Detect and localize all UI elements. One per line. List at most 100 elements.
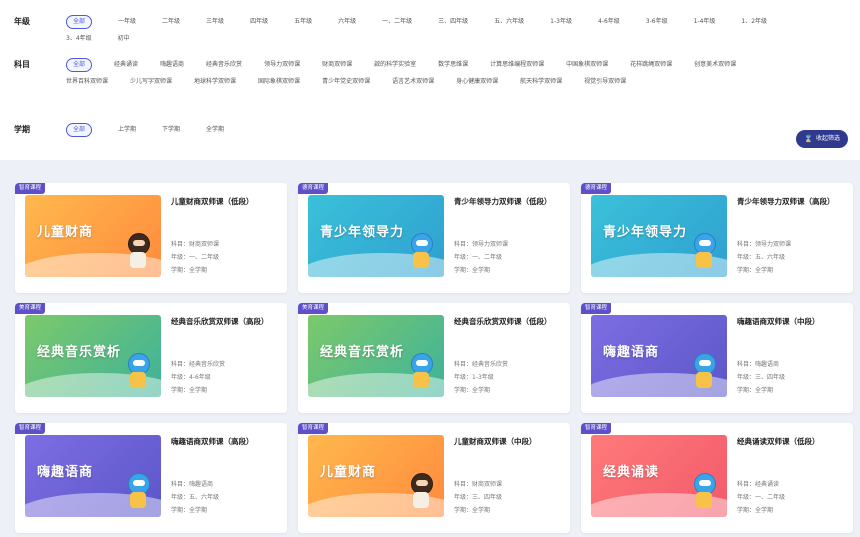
- grade-option[interactable]: 五年级: [294, 15, 312, 29]
- course-meta: 科目：嗨趣语商 年级：五、六年级 学期：全学期: [171, 478, 281, 517]
- course-thumbnail[interactable]: 青少年领导力: [591, 195, 727, 277]
- course-term: 学期：全学期: [454, 387, 491, 394]
- grade-option[interactable]: 五、六年级: [494, 15, 524, 29]
- thumbnail-title: 儿童财商: [37, 225, 94, 240]
- course-card[interactable]: 经典音乐赏析 美育课程经典音乐欣赏双师课（低段） 科目：经典音乐欣赏 年级：1-3年级…: [298, 303, 570, 413]
- subject-option[interactable]: 创意美术双师课: [694, 58, 736, 72]
- grade-option[interactable]: 三、四年级: [438, 15, 468, 29]
- course-card[interactable]: 经典音乐赏析 美育课程 经典音乐欣赏双师课（高段） 科目：经典音乐欣赏 年级：4-6年级…: [15, 303, 287, 413]
- grade-option[interactable]: 二年级: [162, 15, 180, 29]
- course-card[interactable]: 青少年领导力 德育课程青少年领导力双师课（高段） 科目：领导力双师课 年级：五、六年级…: [581, 183, 853, 293]
- course-card[interactable]: 儿童财商 智育课程 儿童财商双师课（中段） 科目：财商双师课 年级：三、四年级 学期：全学…: [298, 423, 570, 533]
- course-title[interactable]: 经典诵读双师课（低段）: [737, 435, 845, 448]
- subject-option[interactable]: 计算思维编程双师课: [490, 58, 544, 72]
- course-title[interactable]: 经典音乐欣赏双师课（高段）: [171, 315, 279, 328]
- subject-option[interactable]: 航天科学双师课: [520, 75, 562, 89]
- subject-option[interactable]: 财商双师课: [322, 58, 352, 72]
- subject-option[interactable]: 全部: [66, 58, 93, 72]
- course-grade: 年级：五、六年级: [171, 494, 220, 501]
- course-term: 学期：全学期: [171, 267, 208, 274]
- course-title[interactable]: 嗨趣语商双师课（中段）: [737, 315, 845, 328]
- course-category-tag: 智育课程: [298, 423, 329, 434]
- course-title[interactable]: 经典音乐欣赏双师课（低段）: [454, 315, 562, 328]
- grade-option[interactable]: 一、二年级: [382, 15, 412, 29]
- thumbnail-title: 经典音乐赏析: [37, 345, 122, 360]
- subject-option[interactable]: 中国象棋双师课: [566, 58, 608, 72]
- subject-option[interactable]: 地球科学双师课: [194, 75, 236, 89]
- course-title[interactable]: 儿童财商双师课（中段）: [454, 435, 562, 448]
- grade-option[interactable]: 3-6年级: [646, 15, 668, 29]
- grade-option[interactable]: 1-4年级: [694, 15, 716, 29]
- course-meta: 科目：经典音乐欣赏 年级：1-3年级 学期：全学期: [454, 358, 564, 397]
- girl-mascot-icon: [125, 233, 151, 271]
- subject-option[interactable]: 啟的科学实验室: [374, 58, 416, 72]
- course-subject: 科目：经典音乐欣赏: [171, 361, 226, 368]
- grade-option[interactable]: 三年级: [206, 15, 224, 29]
- course-title[interactable]: 嗨趣语商双师课（高段）: [171, 435, 279, 448]
- course-card[interactable]: 嗨趣语商 智育课程嗨趣语商双师课（中段） 科目：嗨趣语商 年级：三、四年级 学期：全学期: [581, 303, 853, 413]
- subject-option[interactable]: 少儿写字双师课: [130, 75, 172, 89]
- course-category-tag: 智育课程: [581, 303, 612, 314]
- term-option[interactable]: 全学期: [206, 123, 224, 137]
- subject-option[interactable]: 数学思维课: [438, 58, 468, 72]
- course-thumbnail[interactable]: 经典诵读: [591, 435, 727, 517]
- course-subject: 科目：经典诵读: [737, 481, 780, 488]
- term-option[interactable]: 下学期: [162, 123, 180, 137]
- course-title[interactable]: 青少年领导力双师课（低段）: [454, 195, 562, 208]
- collapse-filter-button[interactable]: ⌛ 收起筛选: [796, 130, 848, 148]
- course-thumbnail[interactable]: 儿童财商: [25, 195, 161, 277]
- thumbnail-title: 嗨趣语商: [603, 345, 660, 360]
- grade-option[interactable]: 一年级: [118, 15, 136, 29]
- course-thumbnail[interactable]: 经典音乐赏析: [308, 315, 444, 397]
- grade-option[interactable]: 4-6年级: [598, 15, 620, 29]
- subject-option[interactable]: 语言艺术双师课: [392, 75, 434, 89]
- subject-option[interactable]: 世界百科双师课: [66, 75, 108, 89]
- course-card[interactable]: 青少年领导力 德育课程 青少年领导力双师课（低段） 科目：领导力双师课 年级：一、二年级…: [298, 183, 570, 293]
- course-meta: 科目：嗨趣语商 年级：三、四年级 学期：全学期: [737, 358, 847, 397]
- course-grade: 年级：三、四年级: [737, 374, 786, 381]
- course-thumbnail[interactable]: 青少年领导力: [308, 195, 444, 277]
- course-thumbnail[interactable]: 嗨趣语商: [591, 315, 727, 397]
- term-option[interactable]: 全部: [66, 123, 93, 137]
- subject-filter-options: 全部 经典诵读 嗨趣语商 经典音乐欣赏 领导力双师课 财商双师课 啟的科学实验室 数学思维课 计…: [66, 58, 800, 89]
- grade-option[interactable]: 初中: [118, 32, 130, 46]
- shark-mascot-icon: [691, 473, 717, 511]
- course-grade: 年级：一、二年级: [171, 254, 220, 261]
- filter-panel: 年级 全部 一年级 二年级 三年级 四年级 五年级 六年级 一、二年级 三、四年级 五、六年级 1-…: [0, 0, 860, 160]
- course-title[interactable]: 儿童财商双师课（低段）: [171, 195, 279, 208]
- course-card[interactable]: 嗨趣语商 智育课程 嗨趣语商双师课（高段） 科目：嗨趣语商 年级：五、六年级 学期：全学期: [15, 423, 287, 533]
- shark-mascot-icon: [691, 353, 717, 391]
- subject-option[interactable]: 青少年党史双师课: [322, 75, 370, 89]
- subject-option[interactable]: 视觉引导双师课: [584, 75, 626, 89]
- course-subject: 科目：嗨趣语商: [737, 361, 780, 368]
- course-meta: 科目：经典诵读 年级：一、二年级 学期：全学期: [737, 478, 847, 517]
- girl-mascot-icon: [408, 473, 434, 511]
- course-category-tag: 美育课程: [298, 303, 329, 314]
- subject-option[interactable]: 领导力双师课: [264, 58, 300, 72]
- grade-option[interactable]: 1-3年级: [550, 15, 572, 29]
- subject-option[interactable]: 国际象棋双师课: [258, 75, 300, 89]
- subject-option[interactable]: 经典诵读: [114, 58, 138, 72]
- subject-option[interactable]: 花样跳绳双师课: [630, 58, 672, 72]
- course-thumbnail[interactable]: 嗨趣语商: [25, 435, 161, 517]
- course-meta: 科目：领导力双师课 年级：五、六年级 学期：全学期: [737, 238, 847, 277]
- subject-option[interactable]: 经典音乐欣赏: [206, 58, 242, 72]
- shark-mascot-icon: [408, 353, 434, 391]
- course-card[interactable]: 儿童财商 智育课程 儿童财商双师课（低段） 科目：财商双师课 年级：一、二年级 学期：全学…: [15, 183, 287, 293]
- term-option[interactable]: 上学期: [118, 123, 136, 137]
- course-subject: 科目：嗨趣语商: [171, 481, 214, 488]
- course-card[interactable]: 经典诵读 智育课程 经典诵读双师课（低段） 科目：经典诵读 年级：一、二年级 学期：全学期: [581, 423, 853, 533]
- term-filter-label: 学期: [14, 125, 30, 134]
- grade-option[interactable]: 四年级: [250, 15, 268, 29]
- grade-option[interactable]: 3、4年级: [66, 32, 92, 46]
- course-title[interactable]: 青少年领导力双师课（高段）: [737, 195, 845, 208]
- subject-option[interactable]: 嗨趣语商: [160, 58, 184, 72]
- subject-option[interactable]: 身心健康双师课: [456, 75, 498, 89]
- course-category-tag: 智育课程: [15, 183, 46, 194]
- grade-option[interactable]: 全部: [66, 15, 93, 29]
- grade-option[interactable]: 六年级: [338, 15, 356, 29]
- course-category-tag: 德育课程: [581, 183, 612, 194]
- course-thumbnail[interactable]: 经典音乐赏析: [25, 315, 161, 397]
- course-thumbnail[interactable]: 儿童财商: [308, 435, 444, 517]
- grade-option[interactable]: 1、2年级: [741, 15, 767, 29]
